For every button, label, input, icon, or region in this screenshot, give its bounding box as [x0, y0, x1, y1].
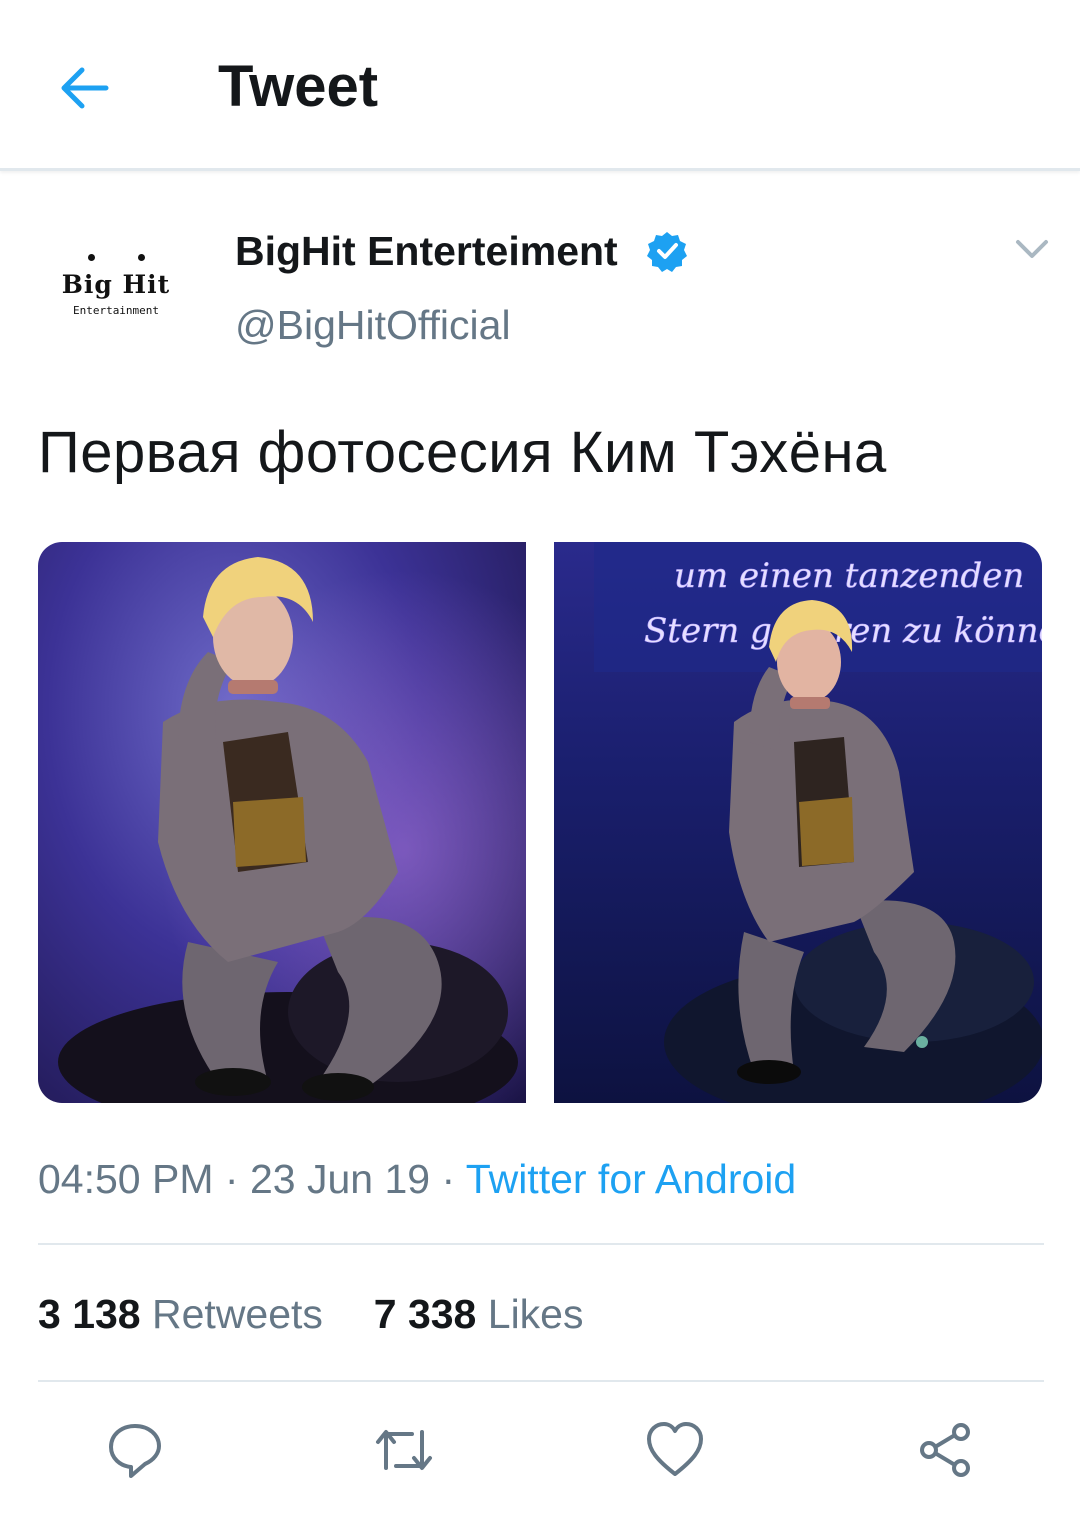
page-title: Tweet [218, 54, 379, 119]
retweets-label: Retweets [152, 1291, 323, 1337]
avatar-logo-subtext: Entertainment [72, 304, 160, 317]
reply-button[interactable] [103, 1418, 167, 1482]
verified-badge-icon [647, 232, 687, 272]
back-button[interactable] [52, 56, 116, 120]
meta-separator: · [441, 1156, 456, 1202]
tweet-date: 23 Jun 19 [249, 1156, 431, 1202]
avatar-logo-text: Big Hit [61, 270, 171, 299]
likes-stat[interactable]: 7 338 Likes [374, 1291, 584, 1337]
tweet-stats: 3 138 Retweets 7 338 Likes [38, 1287, 583, 1341]
divider [38, 1380, 1044, 1382]
retweet-button[interactable] [372, 1418, 436, 1482]
author-name[interactable]: BigHit Enterteiment [235, 226, 618, 276]
top-bar: Tweet [0, 0, 1080, 171]
likes-label: Likes [487, 1291, 584, 1337]
logo-dot [88, 254, 95, 261]
likes-count: 7 338 [373, 1291, 477, 1337]
retweets-stat[interactable]: 3 138 Retweets [38, 1291, 334, 1337]
divider [38, 1243, 1044, 1245]
neon-text-line: um einen tanzenden [674, 556, 1024, 596]
reply-icon [109, 1424, 161, 1478]
tweet-source-link[interactable]: Twitter for Android [466, 1156, 796, 1202]
tweet-text: Первая фотосесия Ким Тэхёна [38, 420, 887, 485]
avatar[interactable]: Big Hit Entertainment [38, 210, 194, 366]
share-icon [920, 1423, 970, 1477]
logo-dot [138, 254, 145, 261]
tweet-time: 04:50 PM [38, 1156, 214, 1202]
retweet-icon [376, 1430, 432, 1470]
arrow-left-icon [61, 67, 109, 109]
heart-icon [647, 1422, 703, 1476]
share-button[interactable] [913, 1418, 977, 1482]
meta-separator: · [224, 1156, 239, 1202]
tweet-photo-2[interactable]: um einen tanzenden Stern gebären zu könn… [554, 542, 1042, 1103]
photo-illustration [38, 542, 526, 1103]
like-button[interactable] [643, 1418, 707, 1482]
tweet-timestamp-line: 04:50 PM · 23 Jun 19 · Twitter for Andro… [38, 1152, 796, 1206]
author-handle[interactable]: @BigHitOfficial [235, 300, 511, 350]
chevron-down-icon[interactable] [1010, 230, 1054, 270]
photo-illustration: um einen tanzenden Stern gebären zu könn… [594, 542, 1042, 1103]
retweets-count: 3 138 [38, 1291, 141, 1337]
tweet-photo-1[interactable] [38, 542, 526, 1103]
